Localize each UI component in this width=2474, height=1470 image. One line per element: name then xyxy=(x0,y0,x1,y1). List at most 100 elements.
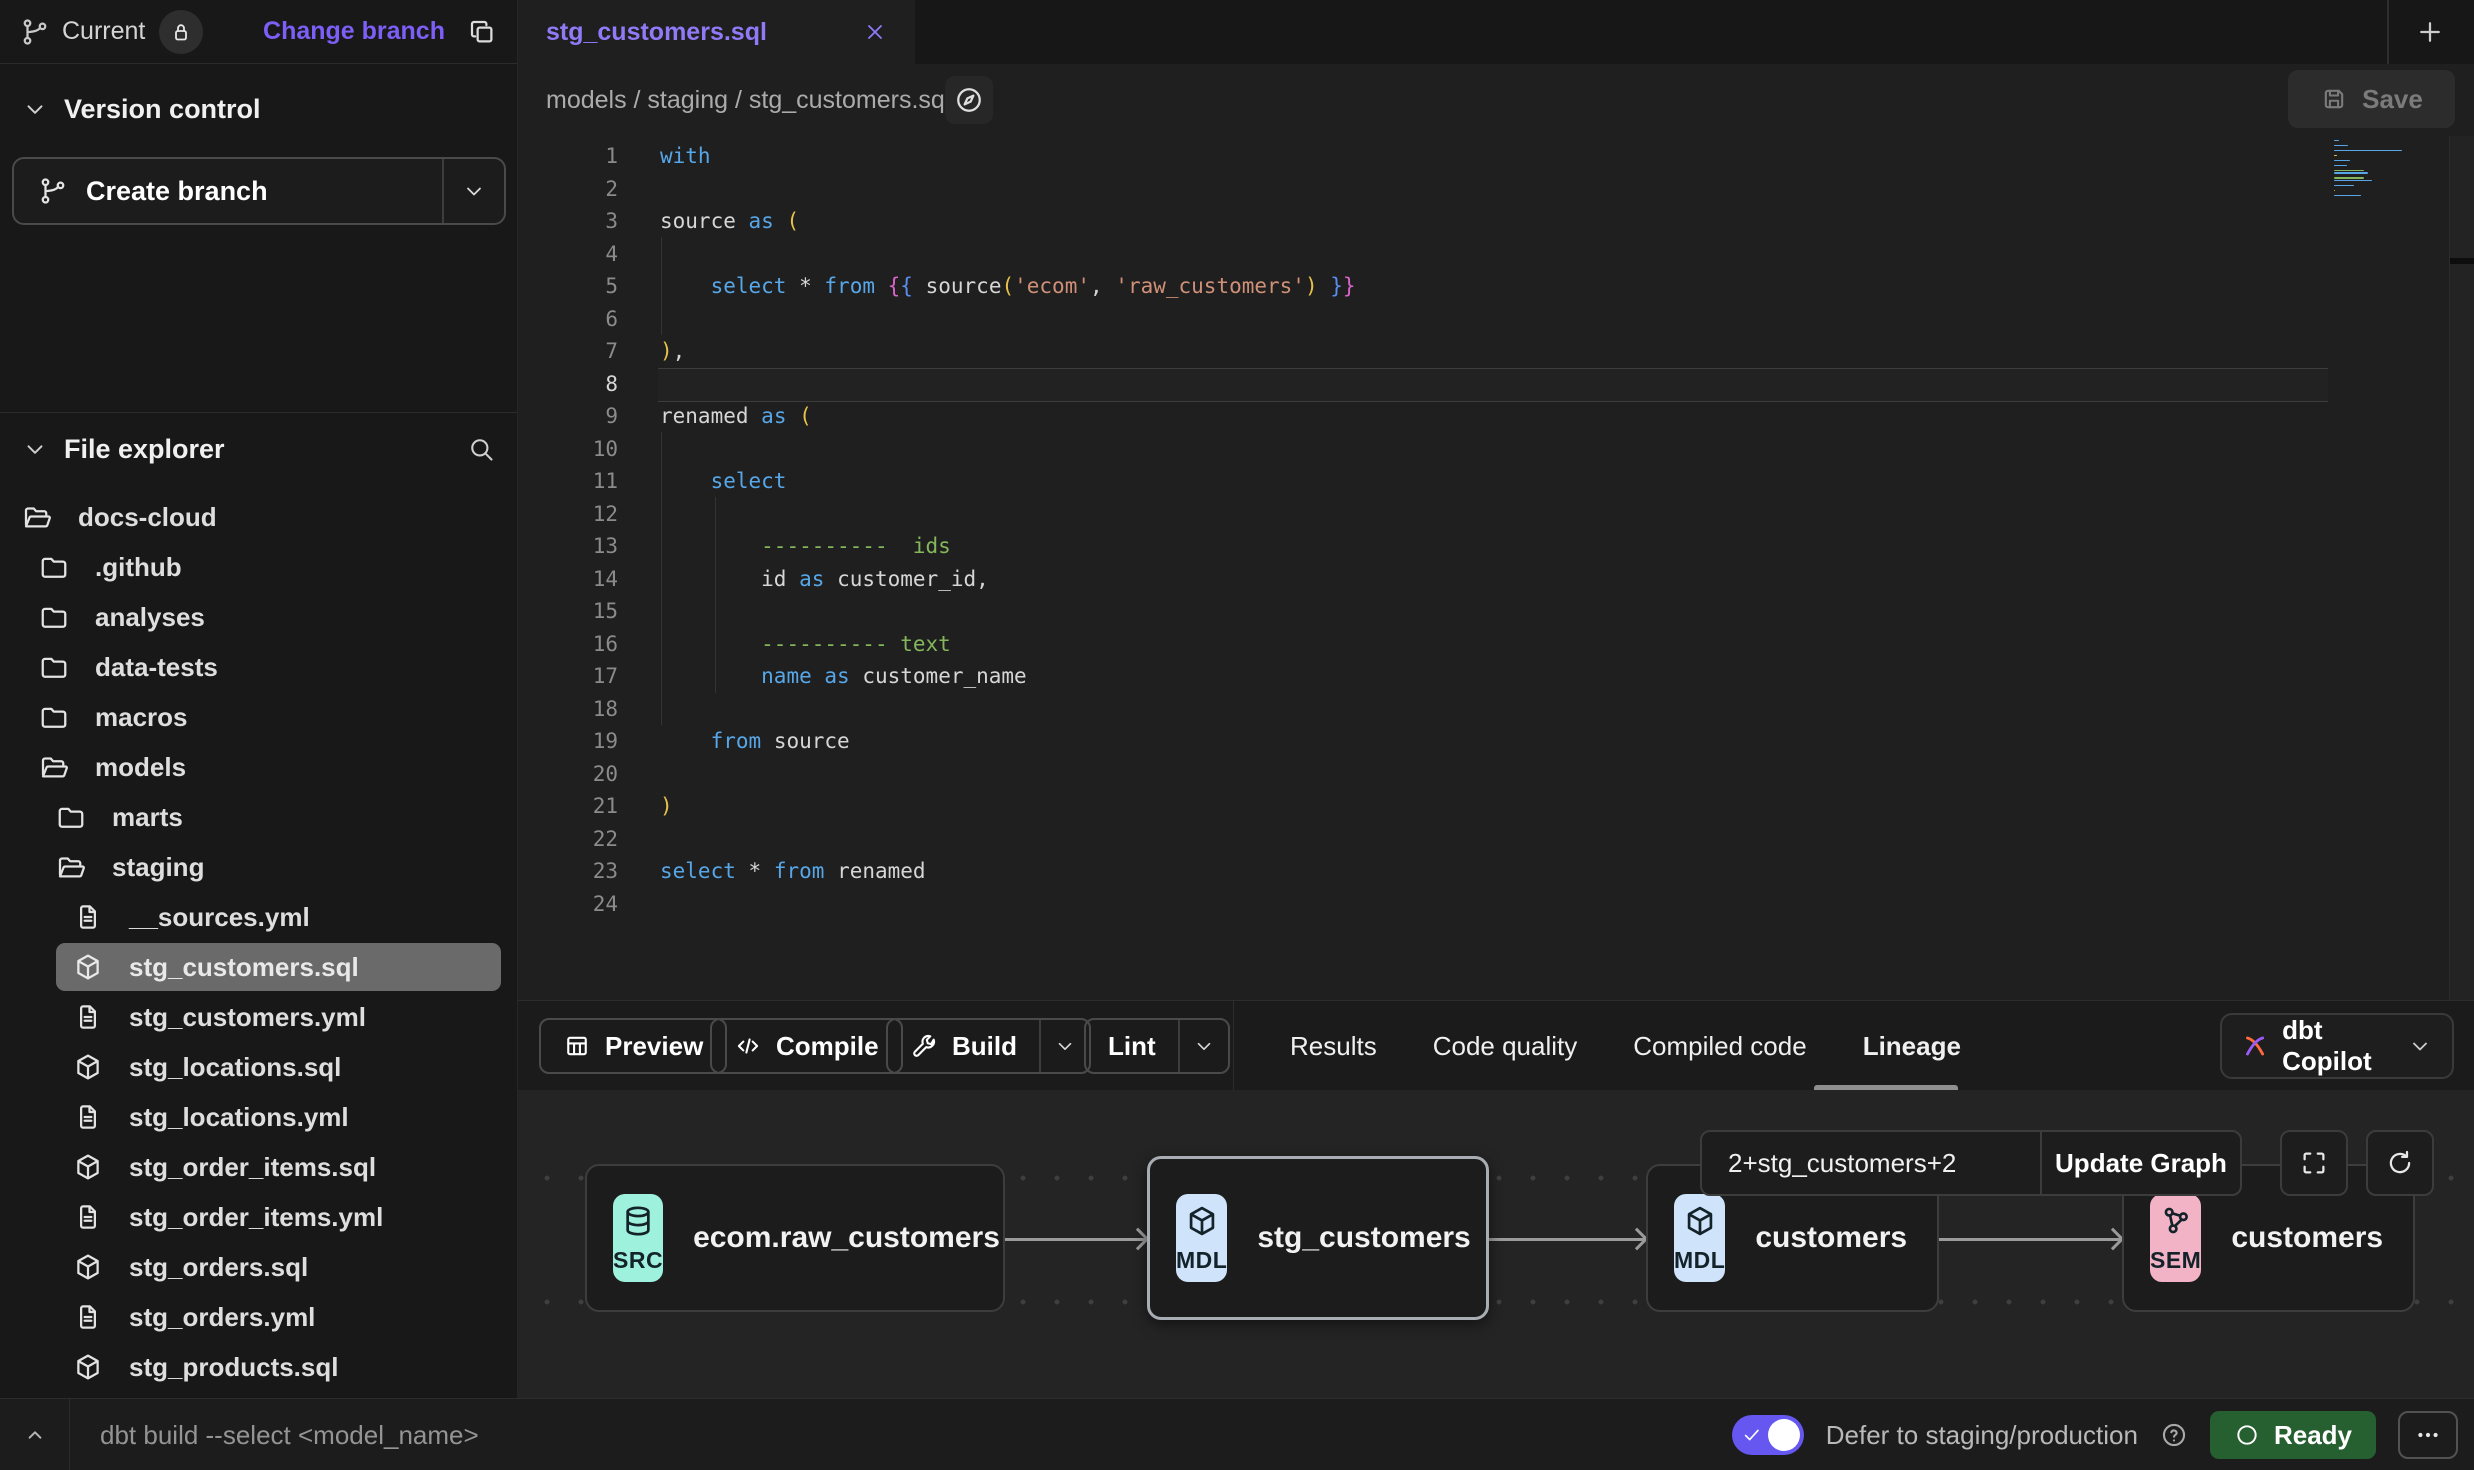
tree-item-stg-order-items-sql[interactable]: stg_order_items.sql xyxy=(0,1142,517,1192)
lineage-node-stg-customers[interactable]: MDLstg_customers xyxy=(1147,1156,1489,1320)
tree-item-stg-locations-sql[interactable]: stg_locations.sql xyxy=(0,1042,517,1092)
file-explorer-header[interactable]: File explorer xyxy=(0,420,517,478)
build-button[interactable]: Build xyxy=(886,1018,1091,1074)
branch-locked-badge xyxy=(159,10,203,54)
folder-open-icon xyxy=(22,502,52,532)
tree-item-macros[interactable]: macros xyxy=(0,692,517,742)
tree-item-stg-locations-yml[interactable]: stg_locations.yml xyxy=(0,1092,517,1142)
doc-icon xyxy=(73,1202,103,1232)
sidebar: Current Change branch Version control Cr… xyxy=(0,0,518,1398)
tree-item-data-tests[interactable]: data-tests xyxy=(0,642,517,692)
tree-item-stg-customers-yml[interactable]: stg_customers.yml xyxy=(0,992,517,1042)
lint-button[interactable]: Lint xyxy=(1084,1018,1230,1074)
cube-icon xyxy=(73,1052,103,1082)
folder-open-icon xyxy=(56,852,86,882)
code-line-3: source as ( xyxy=(660,205,1356,238)
tree-item-stg-orders-sql[interactable]: stg_orders.sql xyxy=(0,1242,517,1292)
panel-tab-compiled-code[interactable]: Compiled code xyxy=(1633,1031,1806,1062)
code-line-6 xyxy=(660,303,1356,336)
update-graph-button[interactable]: Update Graph xyxy=(2040,1132,2240,1194)
cube-icon xyxy=(73,952,103,982)
new-tab-button[interactable] xyxy=(2406,8,2454,56)
tree-item-stg-order-items-yml[interactable]: stg_order_items.yml xyxy=(0,1192,517,1242)
explore-compass-button[interactable] xyxy=(945,76,993,124)
lint-dropdown[interactable] xyxy=(1178,1020,1228,1072)
scrollbar-mark xyxy=(2450,258,2474,264)
tree-item-marts[interactable]: marts xyxy=(0,792,517,842)
lineage-edge xyxy=(1939,1238,2122,1241)
create-branch-main[interactable]: Create branch xyxy=(14,159,442,223)
cube-icon xyxy=(1185,1204,1219,1238)
status-ring-icon xyxy=(2234,1422,2260,1448)
help-icon[interactable] xyxy=(2160,1421,2188,1449)
lineage-panel[interactable]: SRCecom.raw_customersMDLstg_customersMDL… xyxy=(518,1090,2474,1398)
command-input[interactable]: dbt build --select <model_name> xyxy=(100,1399,479,1470)
tree-item-docs-cloud[interactable]: docs-cloud xyxy=(0,492,517,542)
compass-icon xyxy=(954,85,984,115)
preview-button[interactable]: Preview xyxy=(539,1018,727,1074)
defer-toggle[interactable] xyxy=(1732,1415,1804,1455)
collapse-command-bar[interactable] xyxy=(0,1399,70,1470)
change-branch-link[interactable]: Change branch xyxy=(263,17,445,46)
lineage-edge xyxy=(1489,1238,1646,1241)
file-explorer-title: File explorer xyxy=(64,434,225,465)
panel-tab-code-quality[interactable]: Code quality xyxy=(1433,1031,1578,1062)
tab-stg-customers-sql[interactable]: stg_customers.sql xyxy=(518,0,915,64)
tabbar-divider xyxy=(2387,0,2389,64)
cube-icon xyxy=(1683,1204,1717,1238)
tree-item-stg-customers-sql[interactable]: stg_customers.sql xyxy=(0,942,517,992)
folder-icon xyxy=(39,652,69,682)
fullscreen-button[interactable] xyxy=(2280,1130,2348,1196)
defer-label: Defer to staging/production xyxy=(1826,1420,2138,1451)
search-icon[interactable] xyxy=(467,435,495,463)
git-branch-icon xyxy=(38,176,68,206)
build-dropdown[interactable] xyxy=(1039,1020,1089,1072)
save-button[interactable]: Save xyxy=(2288,70,2455,128)
copy-branch-icon[interactable] xyxy=(467,17,497,47)
panel-tab-lineage[interactable]: Lineage xyxy=(1863,1031,1961,1062)
code-line-4 xyxy=(660,238,1356,271)
save-label: Save xyxy=(2362,84,2423,115)
chevron-down-icon xyxy=(22,436,48,462)
tree-item-stg-products-sql[interactable]: stg_products.sql xyxy=(0,1342,517,1392)
breadcrumb-bar: models / staging / stg_customers.sql Sav… xyxy=(518,64,2474,136)
code-line-14: id as customer_id, xyxy=(660,563,1356,596)
chevron-up-icon xyxy=(22,1422,48,1448)
editor-scrollbar[interactable] xyxy=(2449,136,2474,1000)
database-icon xyxy=(621,1204,655,1238)
doc-icon xyxy=(73,1002,103,1032)
cube-icon xyxy=(73,1052,103,1082)
tree-item-staging[interactable]: staging xyxy=(0,842,517,892)
wrench-icon xyxy=(910,1032,938,1060)
folder-icon xyxy=(39,602,69,632)
close-tab-icon[interactable] xyxy=(863,20,887,44)
code-line-24 xyxy=(660,888,1356,921)
main-area: stg_customers.sql models / staging / stg… xyxy=(518,0,2474,1398)
lineage-filter-group: 2+stg_customers+2 Update Graph xyxy=(1700,1130,2242,1196)
doc-icon xyxy=(73,1202,103,1232)
panel-tab-results[interactable]: Results xyxy=(1290,1031,1377,1062)
tree-item--sources-yml[interactable]: __sources.yml xyxy=(0,892,517,942)
panel-tabs: Results Code quality Compiled code Lineage xyxy=(1258,1001,1961,1091)
compile-button[interactable]: Compile xyxy=(710,1018,903,1074)
create-branch-dropdown[interactable] xyxy=(442,159,504,223)
git-branch-icon xyxy=(20,17,50,47)
node-badge: SRC xyxy=(613,1194,663,1282)
refresh-button[interactable] xyxy=(2366,1130,2434,1196)
tree-item-stg-orders-yml[interactable]: stg_orders.yml xyxy=(0,1292,517,1342)
dbt-copilot-button[interactable]: dbt Copilot xyxy=(2220,1013,2454,1079)
tree-item-models[interactable]: models xyxy=(0,742,517,792)
ide-status-button[interactable]: Ready xyxy=(2210,1411,2376,1459)
tree-item--github[interactable]: .github xyxy=(0,542,517,592)
code-editor[interactable]: 123456789101112131415161718192021222324 … xyxy=(518,136,2474,1000)
tree-item-analyses[interactable]: analyses xyxy=(0,592,517,642)
version-control-header[interactable]: Version control xyxy=(0,80,517,138)
cube-icon xyxy=(73,952,103,982)
doc-icon xyxy=(73,1002,103,1032)
create-branch-button[interactable]: Create branch xyxy=(12,157,506,225)
lineage-node-ecom-raw-customers[interactable]: SRCecom.raw_customers xyxy=(585,1164,1005,1312)
minimap[interactable] xyxy=(2334,140,2404,200)
lineage-filter-input[interactable]: 2+stg_customers+2 xyxy=(1702,1148,2040,1179)
code-icon xyxy=(734,1032,762,1060)
more-options-button[interactable] xyxy=(2398,1411,2458,1459)
